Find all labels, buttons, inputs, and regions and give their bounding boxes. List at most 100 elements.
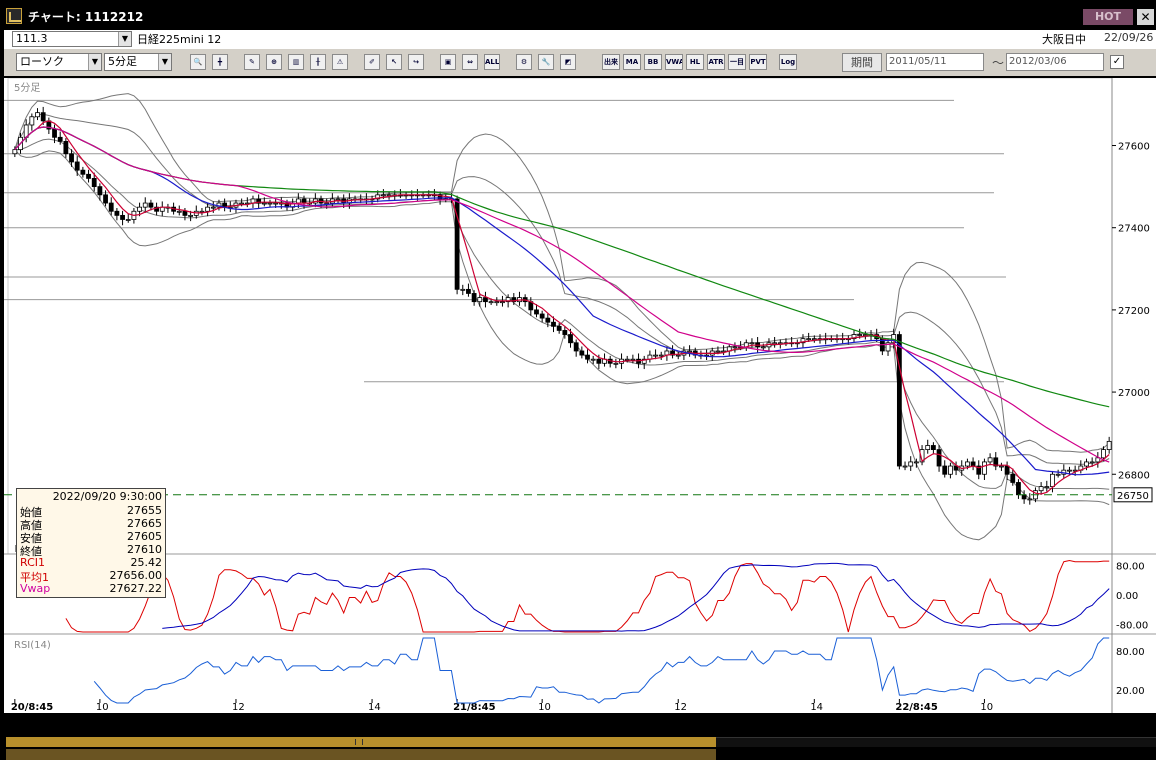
candle-body	[86, 173, 91, 179]
indicator-5-icon[interactable]: ATR	[707, 54, 725, 70]
rci-slow-line	[162, 562, 1110, 632]
candle-body	[74, 161, 80, 171]
indicator-4-icon[interactable]: HL	[686, 54, 704, 70]
chart-svg[interactable]: 5分足 27600 27400 27200 27000 26800 26750 20/8:45…	[4, 77, 1156, 713]
candle-body	[1038, 486, 1044, 492]
frame-icon[interactable]: ▣	[440, 54, 456, 70]
current-price-label: 26750	[1117, 491, 1149, 502]
color-icon[interactable]: ◩	[560, 54, 576, 70]
price-tick-label: 26800	[1118, 470, 1150, 481]
code-input[interactable]: 111.3 ▼	[12, 31, 132, 47]
time-tick-label: 21/8:45	[453, 702, 495, 713]
period-button[interactable]: 期間	[842, 53, 882, 72]
info-row: 平均1 27656.00	[20, 569, 164, 584]
bollinger-upper	[14, 93, 1110, 453]
interval-dropdown-icon[interactable]: ▼	[158, 54, 171, 70]
info-value: 27627.22	[109, 582, 163, 595]
candle-body	[630, 358, 636, 361]
rsi-tick-label: 80.00	[1116, 647, 1145, 658]
candle-body	[942, 465, 948, 475]
candle-body	[148, 202, 154, 208]
date-to-field[interactable]: 2012/03/06	[1006, 53, 1104, 71]
candle-body	[675, 354, 681, 357]
candle-body	[466, 288, 471, 294]
info-value: 27610	[127, 543, 162, 556]
candle-body	[760, 346, 766, 349]
info-value: 27656.00	[109, 569, 163, 582]
time-tick-label: 10	[96, 702, 109, 713]
indicator-0-icon[interactable]: 出来	[602, 54, 620, 70]
candle-body	[267, 202, 273, 205]
candle-body	[188, 214, 194, 217]
scroll-grip-icon[interactable]	[355, 739, 363, 745]
indicator-6-icon[interactable]: 一目	[728, 54, 746, 70]
scale-icon[interactable]: ⇔	[462, 54, 478, 70]
chart-type-select[interactable]: ローソク ▼	[16, 53, 102, 71]
all-icon[interactable]: ALL	[484, 54, 500, 70]
candle-body	[1010, 473, 1016, 483]
hot-button[interactable]: HOT	[1083, 9, 1133, 25]
candle-body	[239, 202, 245, 205]
time-tick-label: 10	[538, 702, 551, 713]
wrench-icon[interactable]: 🔧	[538, 54, 554, 70]
candle-body	[52, 128, 57, 138]
candle-body	[380, 194, 386, 197]
candle-body	[1016, 482, 1021, 496]
rsi-line	[93, 637, 1110, 704]
tool-icon[interactable]: ⚙	[516, 54, 532, 70]
bollinger-lower	[14, 138, 1110, 490]
candle-body	[596, 358, 602, 364]
chart-area[interactable]: 5分足 27600 27400 27200 27000 26800 26750 20/8:45…	[4, 77, 1156, 713]
date-from-field[interactable]: 2011/05/11	[886, 53, 984, 71]
candle-body	[806, 338, 812, 341]
rsi-layer: RSI(14) 80.00 20.00	[14, 637, 1145, 704]
indicator-3-icon[interactable]: VWAP	[665, 54, 683, 70]
grid-layer	[4, 77, 1156, 713]
candle-body	[913, 461, 919, 464]
candle-body	[1067, 469, 1072, 472]
timeline-scrollbar[interactable]	[0, 734, 1156, 760]
candle-body	[930, 445, 936, 450]
candle-icon[interactable]: ╫	[310, 54, 326, 70]
candle-body	[125, 219, 131, 221]
cursor-icon[interactable]: ↖	[386, 54, 402, 70]
redo-icon[interactable]: ↪	[408, 54, 424, 70]
candle-body	[80, 169, 86, 175]
candle-body	[556, 325, 562, 331]
candle-body	[982, 461, 987, 475]
range-checkbox[interactable]: ✓	[1110, 55, 1124, 69]
candle-body	[687, 350, 692, 353]
draw-icon[interactable]: ✎	[244, 54, 260, 70]
bar-icon[interactable]: ▥	[288, 54, 304, 70]
indicator-1-icon[interactable]: MA	[623, 54, 641, 70]
candle-body	[551, 321, 556, 327]
ma-fast-line	[14, 120, 1110, 495]
ohlc-info-box: 2022/09/20 9:30:00 始値 27655 高値 27665 安値 27605…	[16, 488, 166, 598]
indicator-7-icon[interactable]: PVT	[749, 54, 767, 70]
candle-body	[1050, 473, 1055, 487]
rci-tick-label: 0.00	[1116, 591, 1138, 602]
close-button[interactable]: ✕	[1137, 9, 1154, 25]
candle-body	[772, 342, 778, 345]
magnify-icon[interactable]: ⊕	[266, 54, 282, 70]
interval-select[interactable]: 5分足 ▼	[104, 53, 172, 71]
info-datetime: 2022/09/20 9:30:00	[52, 490, 162, 503]
candle-body	[1055, 473, 1061, 476]
info-row: Vwap 27627.22	[20, 582, 164, 595]
candle-body	[57, 136, 63, 142]
candle-body	[114, 210, 120, 216]
rsi-tick-label: 20.00	[1116, 686, 1145, 697]
zoom-icon[interactable]: 🔍	[190, 54, 206, 70]
pen-icon[interactable]: ✐	[364, 54, 380, 70]
candle-body	[1101, 449, 1106, 459]
chart-type-dropdown-icon[interactable]: ▼	[88, 54, 101, 70]
warning-icon[interactable]: ⚠	[332, 54, 348, 70]
candle-body	[386, 194, 392, 197]
candle-body	[902, 465, 908, 468]
date-to-value: 2012/03/06	[1009, 56, 1067, 67]
indicator-2-icon[interactable]: BB	[644, 54, 662, 70]
code-dropdown-icon[interactable]: ▼	[118, 32, 131, 46]
crosshair-icon[interactable]: ╋	[212, 54, 228, 70]
window-title: チャート: 1112212	[28, 10, 144, 24]
indicator-8-icon[interactable]: Log	[779, 54, 797, 70]
